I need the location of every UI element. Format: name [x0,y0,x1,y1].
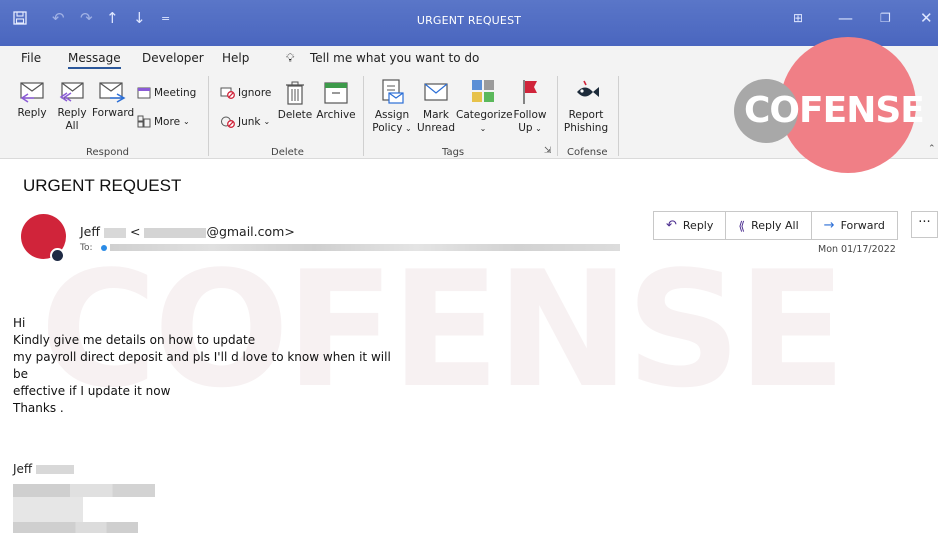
junk-icon [221,116,235,128]
redacted-signature-block [13,522,138,533]
body-line: my payroll direct deposit and pls I'll d… [13,350,391,364]
ribbon-display-icon[interactable]: ⊞ [793,11,803,26]
title-bar: ↶ ↷ ↑ ↓ = URGENT REQUEST ⊞ — ❐ ✕ [0,0,938,46]
archive-button[interactable]: Archive [315,80,357,122]
more-respond-button[interactable]: More ⌄ [137,115,190,128]
group-separator [557,76,558,156]
reply-action-button[interactable]: ↶ Reply [654,212,727,239]
follow-up-button[interactable]: Follow Up ⌄ [510,78,550,135]
redacted-block [36,465,75,474]
categorize-icon [472,80,494,102]
online-dot-icon [101,244,108,251]
menu-message[interactable]: Message [68,51,121,69]
redacted-signature-block [13,497,83,522]
reply-button[interactable]: Reply [14,80,50,120]
body-line: Thanks . [13,401,64,415]
email-date: Mon 01/17/2022 [818,244,896,255]
minimize-icon[interactable]: — [838,11,853,26]
chevron-down-icon: ⌄ [183,117,190,126]
redacted-block [144,227,207,238]
archive-icon [324,82,348,104]
mark-unread-button[interactable]: Mark Unread [416,78,456,135]
assign-policy-icon [382,79,404,104]
categorize-button[interactable]: Categorize ⌄ [456,78,513,135]
reply-all-action-button[interactable]: ⟪ Reply All [726,212,812,239]
menu-help[interactable]: Help [222,51,249,65]
phish-icon [577,80,599,97]
ribbon: Reply Reply All Forward Meeting More ⌄ Re… [0,37,938,173]
respond-group-label: Respond [86,147,130,158]
chevron-down-icon: ⌄ [479,124,487,133]
reply-actions-bar: ↶ Reply ⟪ Reply All → Forward [653,211,898,240]
chevron-down-icon: ⌄ [402,124,412,133]
redacted-recipients [110,244,621,251]
forward-button[interactable]: Forward [92,80,134,120]
sender-line[interactable]: Jeff < @gmail.com> [80,224,295,239]
sender-email-suffix: @gmail.com> [206,224,295,239]
tell-me-search[interactable]: Tell me what you want to do [310,51,479,65]
recipient-line: To: [80,243,621,253]
tags-group-label: Tags [442,147,465,158]
reply-all-icon [59,82,84,102]
mark-unread-icon [424,83,448,101]
ignore-button[interactable]: Ignore [220,86,271,99]
group-separator [618,76,619,156]
junk-button[interactable]: Junk ⌄ [220,115,270,128]
signature: Jeff [13,462,75,476]
more-actions-button[interactable]: ··· [911,211,938,238]
trash-icon [286,81,304,105]
reply-icon: ↶ [666,218,677,233]
forward-action-button[interactable]: → Forward [812,212,897,239]
more-icon [137,115,151,128]
dialog-launcher-icon[interactable]: ⇲ [544,146,552,156]
chevron-down-icon: ⌄ [532,124,542,133]
email-subject: URGENT REQUEST [23,176,182,195]
close-icon[interactable]: ✕ [920,11,933,26]
group-separator [208,76,209,156]
redacted-block [103,227,126,238]
meeting-icon [137,87,151,99]
meeting-button[interactable]: Meeting [137,86,196,99]
ignore-icon [220,87,235,99]
assign-policy-button[interactable]: Assign Policy ⌄ [369,78,415,135]
sender-name: Jeff [80,224,100,239]
lightbulb-icon: 💡︎ [286,51,295,65]
delete-group-label: Delete [271,147,304,158]
report-phishing-button[interactable]: Report Phishing [560,78,612,135]
redacted-signature-block [13,484,155,497]
restore-icon[interactable]: ❐ [880,11,891,26]
group-separator [363,76,364,156]
email-body: Hi Kindly give me details on how to upda… [13,314,391,418]
forward-icon: → [823,218,835,233]
forward-icon [99,82,126,103]
cofense-group-label: Cofense [567,147,608,158]
to-label: To: [80,243,93,253]
delete-button[interactable]: Delete [277,80,313,122]
cofense-logo-text: COFENSE [744,90,925,131]
menu-developer[interactable]: Developer [142,51,204,65]
reply-icon [20,82,44,103]
signature-name: Jeff [13,462,33,476]
chevron-down-icon: ⌄ [263,117,271,126]
collapse-ribbon-icon[interactable]: ⌃ [928,144,936,154]
flag-icon [523,80,537,104]
reply-all-button[interactable]: Reply All [54,80,90,133]
presence-status-icon [50,248,65,263]
menu-file[interactable]: File [21,51,41,65]
reply-all-icon: ⟪ [738,218,746,233]
